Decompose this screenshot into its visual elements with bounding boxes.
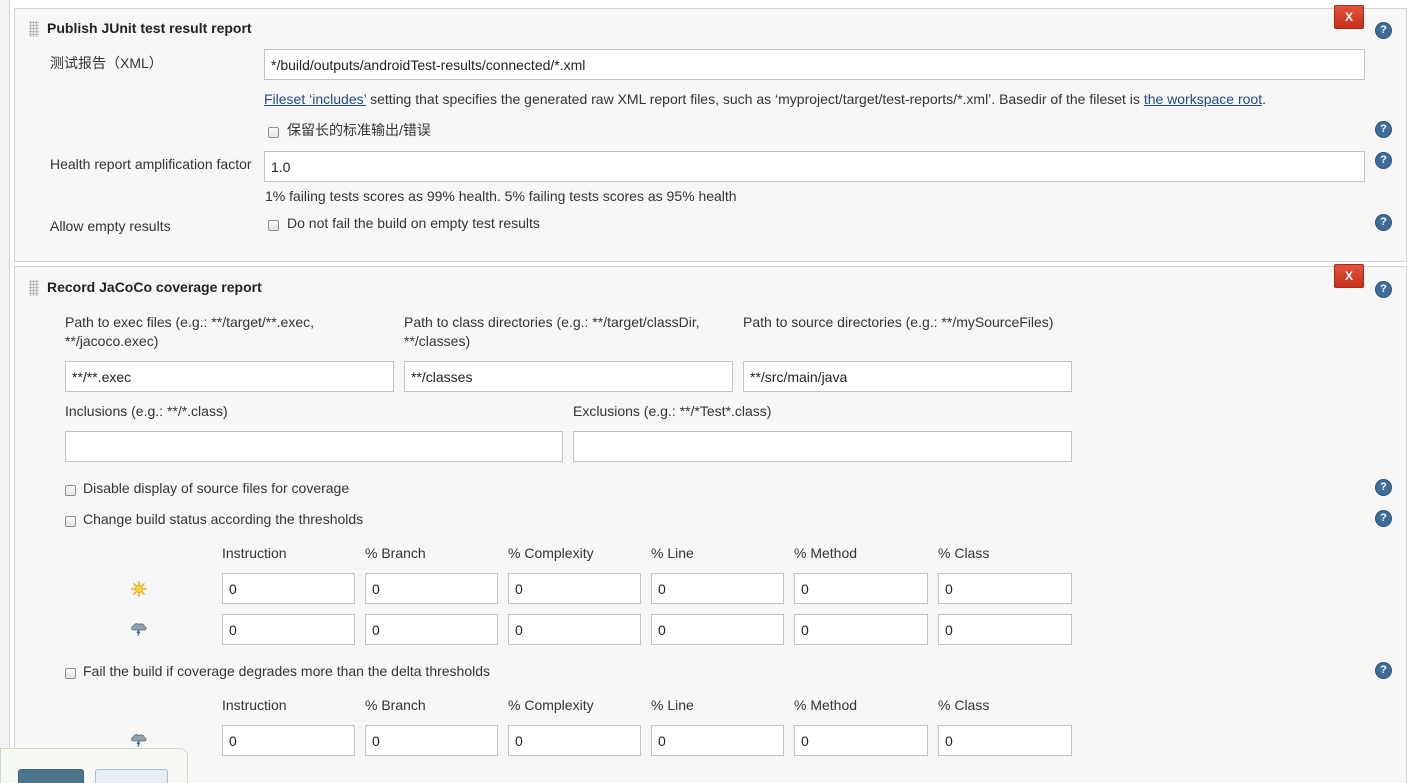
junit-delete-button[interactable]: X bbox=[1334, 5, 1364, 29]
stormy-branch-input[interactable] bbox=[365, 614, 498, 645]
junit-help-icon[interactable]: ? bbox=[1375, 22, 1392, 39]
inclusions-label: Inclusions (e.g.: **/*.class) bbox=[65, 403, 228, 419]
fileset-help-text: Fileset ‘includes’ setting that specifie… bbox=[264, 90, 1266, 109]
delta-header-class: % Class bbox=[938, 697, 990, 713]
junit-section bbox=[14, 8, 1407, 262]
exclusions-label: Exclusions (e.g.: **/*Test*.class) bbox=[573, 403, 772, 419]
jacoco-section-title: Record JaCoCo coverage report bbox=[47, 279, 262, 295]
stormy-class-input[interactable] bbox=[938, 614, 1072, 645]
allow-empty-label: Allow empty results bbox=[50, 218, 171, 234]
sunny-method-input[interactable] bbox=[794, 573, 928, 604]
fileset-end: . bbox=[1262, 91, 1266, 107]
inclusions-input[interactable] bbox=[65, 431, 563, 462]
class-dirs-input[interactable] bbox=[404, 361, 733, 392]
delta-complexity-input[interactable] bbox=[508, 725, 641, 756]
delta-header-branch: % Branch bbox=[365, 697, 426, 713]
fail-delta-help-icon[interactable]: ? bbox=[1375, 662, 1392, 679]
threshold-header-line: % Line bbox=[651, 545, 694, 561]
jacoco-delete-button[interactable]: X bbox=[1334, 264, 1364, 288]
class-dirs-label-line2: **/classes) bbox=[404, 333, 471, 349]
keep-stdio-checkbox[interactable] bbox=[268, 127, 279, 138]
allow-empty-checkbox[interactable] bbox=[268, 220, 279, 231]
threshold-header-class: % Class bbox=[938, 545, 990, 561]
change-status-label: Change build status according the thresh… bbox=[83, 511, 364, 527]
delta-stormy-weather-icon bbox=[131, 734, 147, 747]
change-status-help-icon[interactable]: ? bbox=[1375, 510, 1392, 527]
stormy-line-input[interactable] bbox=[651, 614, 784, 645]
delta-line-input[interactable] bbox=[651, 725, 784, 756]
sunny-branch-input[interactable] bbox=[365, 573, 498, 604]
stormy-method-input[interactable] bbox=[794, 614, 928, 645]
health-factor-label: Health report amplification factor bbox=[50, 156, 252, 172]
delta-header-instruction: Instruction bbox=[222, 697, 287, 713]
disable-source-label: Disable display of source files for cove… bbox=[83, 480, 350, 496]
exec-files-input[interactable] bbox=[65, 361, 394, 392]
workspace-root-link[interactable]: the workspace root bbox=[1144, 91, 1262, 107]
delta-instruction-input[interactable] bbox=[222, 725, 355, 756]
fileset-includes-link[interactable]: Fileset ‘includes’ bbox=[264, 91, 366, 107]
threshold-header-instruction: Instruction bbox=[222, 545, 287, 561]
save-button[interactable] bbox=[18, 769, 84, 783]
jacoco-drag-handle-icon[interactable] bbox=[29, 280, 39, 296]
delta-header-line: % Line bbox=[651, 697, 694, 713]
stormy-complexity-input[interactable] bbox=[508, 614, 641, 645]
delta-branch-input[interactable] bbox=[365, 725, 498, 756]
test-report-input[interactable] bbox=[264, 49, 1365, 80]
sunny-weather-icon bbox=[131, 581, 147, 597]
junit-drag-handle-icon[interactable] bbox=[29, 21, 39, 37]
jacoco-help-icon[interactable]: ? bbox=[1375, 281, 1392, 298]
fail-delta-label: Fail the build if coverage degrades more… bbox=[83, 663, 491, 679]
keep-stdio-help-icon[interactable]: ? bbox=[1375, 121, 1392, 138]
sunny-line-input[interactable] bbox=[651, 573, 784, 604]
threshold-header-complexity: % Complexity bbox=[508, 545, 594, 561]
delta-header-complexity: % Complexity bbox=[508, 697, 594, 713]
delta-header-method: % Method bbox=[794, 697, 858, 713]
delta-class-input[interactable] bbox=[938, 725, 1072, 756]
disable-source-checkbox[interactable] bbox=[65, 485, 76, 496]
health-factor-description: 1% failing tests scores as 99% health. 5… bbox=[265, 188, 737, 204]
threshold-header-branch: % Branch bbox=[365, 545, 426, 561]
threshold-header-method: % Method bbox=[794, 545, 858, 561]
fileset-description: setting that specifies the generated raw… bbox=[366, 91, 1144, 107]
left-rail bbox=[0, 0, 10, 783]
change-status-checkbox[interactable] bbox=[65, 516, 76, 527]
class-dirs-label-line1: Path to class directories (e.g.: **/targ… bbox=[404, 314, 700, 330]
exec-files-label-line1: Path to exec files (e.g.: **/target/**.e… bbox=[65, 314, 315, 330]
delta-method-input[interactable] bbox=[794, 725, 928, 756]
allow-empty-checkbox-label: Do not fail the build on empty test resu… bbox=[287, 215, 540, 231]
test-report-label: 测试报告（XML） bbox=[50, 55, 163, 71]
sunny-class-input[interactable] bbox=[938, 573, 1072, 604]
disable-source-help-icon[interactable]: ? bbox=[1375, 479, 1392, 496]
apply-button[interactable] bbox=[95, 769, 168, 783]
exec-files-label-line2: **/jacoco.exec) bbox=[65, 333, 159, 349]
fail-delta-checkbox[interactable] bbox=[65, 668, 76, 679]
stormy-instruction-input[interactable] bbox=[222, 614, 355, 645]
stormy-weather-icon bbox=[131, 623, 147, 636]
allow-empty-help-icon[interactable]: ? bbox=[1375, 214, 1392, 231]
keep-stdio-label: 保留长的标准输出/错误 bbox=[287, 122, 431, 138]
health-factor-input[interactable] bbox=[264, 151, 1365, 182]
junit-section-title: Publish JUnit test result report bbox=[47, 20, 252, 36]
health-factor-help-icon[interactable]: ? bbox=[1375, 152, 1392, 169]
exclusions-input[interactable] bbox=[573, 431, 1072, 462]
source-dirs-label: Path to source directories (e.g.: **/myS… bbox=[743, 314, 1054, 330]
sunny-complexity-input[interactable] bbox=[508, 573, 641, 604]
source-dirs-input[interactable] bbox=[743, 361, 1072, 392]
page: Publish JUnit test result report X ? 测试报… bbox=[0, 0, 1415, 783]
sunny-instruction-input[interactable] bbox=[222, 573, 355, 604]
